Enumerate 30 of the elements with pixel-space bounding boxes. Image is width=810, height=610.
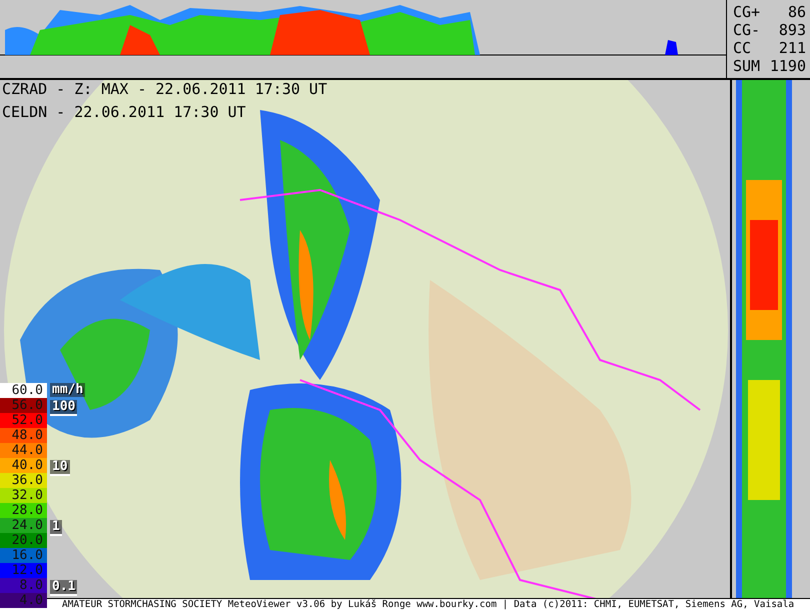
rain-rate-label: 10 bbox=[50, 460, 70, 476]
legend-level: 12.0 bbox=[0, 563, 47, 578]
count-label: CC bbox=[733, 39, 752, 57]
legend-level: 56.0 bbox=[0, 398, 47, 413]
legend-level: 4.0 bbox=[0, 593, 47, 608]
legend-level: 52.0 bbox=[0, 413, 47, 428]
legend-level: 32.0 bbox=[0, 488, 47, 503]
legend-level: 24.0 bbox=[0, 518, 47, 533]
count-label: CG+ bbox=[733, 3, 760, 21]
rain-rate-unit: mm/h bbox=[50, 383, 86, 397]
legend-level: 36.0 bbox=[0, 473, 47, 488]
count-label: CG- bbox=[733, 21, 760, 39]
rain-rate-label: 0.1 bbox=[50, 580, 78, 596]
legend-level: 40.0 bbox=[0, 458, 47, 473]
count-value: 1190 bbox=[770, 57, 806, 75]
rain-rate-label: 100 bbox=[50, 400, 78, 416]
count-value: 86 bbox=[788, 3, 806, 21]
count-value: 893 bbox=[778, 21, 806, 39]
count-value: 211 bbox=[778, 39, 806, 57]
rain-rate-label: 1 bbox=[50, 520, 62, 536]
legend-level: 16.0 bbox=[0, 548, 47, 563]
legend-level: 28.0 bbox=[0, 503, 47, 518]
legend-level: 8.0 bbox=[0, 578, 47, 593]
legend-level: 60.0 bbox=[0, 383, 47, 398]
legend-level: 20.0 bbox=[0, 533, 47, 548]
radar-title: CZRAD - Z: MAX - 22.06.2011 17:30 UT bbox=[2, 80, 328, 98]
legend-level: 44.0 bbox=[0, 443, 47, 458]
legend-level: 48.0 bbox=[0, 428, 47, 443]
count-label: SUM bbox=[733, 57, 760, 75]
lightning-title: CELDN - 22.06.2011 17:30 UT bbox=[2, 103, 246, 121]
